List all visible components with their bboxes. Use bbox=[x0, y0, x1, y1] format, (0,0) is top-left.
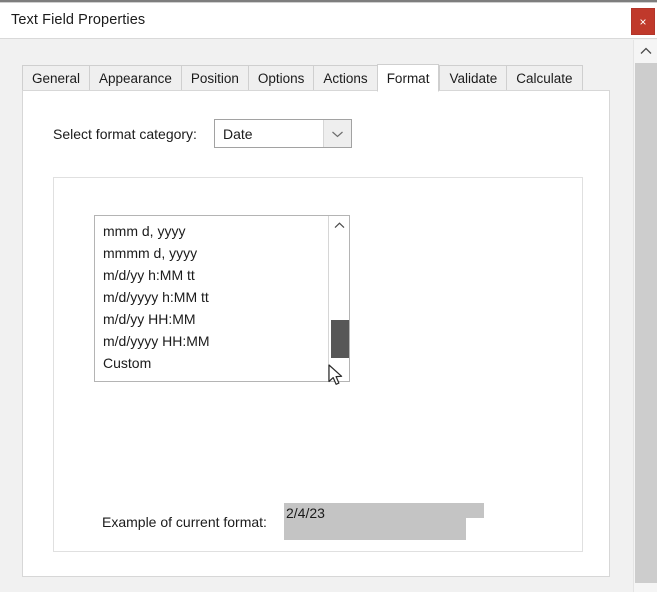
tab-label: Validate bbox=[449, 70, 498, 86]
list-item[interactable]: m/d/yyyy HH:MM bbox=[95, 330, 327, 352]
format-category-select[interactable]: Date bbox=[213, 119, 352, 148]
tab-validate[interactable]: Validate bbox=[439, 65, 507, 91]
tab-label: Options bbox=[257, 70, 305, 86]
tab-label: Calculate bbox=[516, 70, 573, 86]
close-icon: × bbox=[639, 14, 647, 29]
page-scroll-up-button[interactable] bbox=[634, 40, 657, 62]
listbox-scroll-up-button[interactable] bbox=[329, 216, 349, 235]
tab-appearance[interactable]: Appearance bbox=[89, 65, 181, 91]
format-category-value: Date bbox=[222, 125, 253, 142]
example-redaction-lower bbox=[284, 518, 466, 540]
list-item[interactable]: m/d/yyyy h:MM tt bbox=[95, 286, 327, 308]
tab-position[interactable]: Position bbox=[180, 65, 248, 91]
tab-options[interactable]: Options bbox=[247, 65, 314, 91]
tab-label: Format bbox=[386, 70, 430, 86]
tab-actions[interactable]: Actions bbox=[313, 65, 377, 91]
list-item[interactable]: m/d/yy HH:MM bbox=[95, 308, 327, 330]
dialog-body: General Appearance Position Options Acti… bbox=[0, 40, 633, 592]
page-scroll-thumb[interactable] bbox=[635, 63, 657, 583]
format-category-row: Select format category: Date bbox=[53, 119, 352, 148]
format-options-group: mmm d, yyyy mmmm d, yyyy m/d/yy h:MM tt … bbox=[53, 177, 583, 552]
text-field-properties-dialog: Text Field Properties × General Appearan… bbox=[0, 0, 657, 592]
tab-label: Position bbox=[190, 70, 239, 86]
tab-general[interactable]: General bbox=[22, 65, 90, 91]
listbox-scroll-thumb[interactable] bbox=[331, 320, 349, 358]
list-item[interactable]: mmmm d, yyyy bbox=[95, 242, 327, 264]
date-format-listbox[interactable]: mmm d, yyyy mmmm d, yyyy m/d/yy h:MM tt … bbox=[94, 215, 350, 382]
chevron-up-icon bbox=[334, 222, 344, 229]
tab-format[interactable]: Format bbox=[376, 64, 440, 92]
list-item[interactable]: Custom bbox=[95, 352, 327, 374]
chevron-down-icon bbox=[322, 120, 351, 147]
tab-calculate[interactable]: Calculate bbox=[506, 65, 583, 91]
example-row: Example of current format: bbox=[102, 514, 267, 530]
list-item[interactable]: mmm d, yyyy bbox=[95, 220, 327, 242]
page-scrollbar[interactable] bbox=[633, 40, 657, 592]
list-item[interactable]: m/d/yy h:MM tt bbox=[95, 264, 327, 286]
chevron-up-icon bbox=[640, 47, 651, 54]
tab-label: Appearance bbox=[99, 70, 172, 86]
tab-strip: General Appearance Position Options Acti… bbox=[22, 64, 583, 92]
format-category-label: Select format category: bbox=[53, 125, 197, 142]
listbox-scrollbar[interactable] bbox=[328, 216, 349, 381]
window-title: Text Field Properties bbox=[11, 12, 146, 28]
tab-label: General bbox=[32, 70, 81, 86]
format-tab-panel: Select format category: Date mmm d, yyyy bbox=[22, 90, 610, 577]
date-format-list: mmm d, yyyy mmmm d, yyyy m/d/yy h:MM tt … bbox=[95, 216, 327, 374]
title-bar: Text Field Properties × bbox=[0, 3, 657, 39]
close-button[interactable]: × bbox=[631, 8, 655, 35]
tab-label: Actions bbox=[323, 70, 368, 86]
example-value: 2/4/23 bbox=[286, 505, 325, 521]
example-label: Example of current format: bbox=[102, 514, 267, 530]
